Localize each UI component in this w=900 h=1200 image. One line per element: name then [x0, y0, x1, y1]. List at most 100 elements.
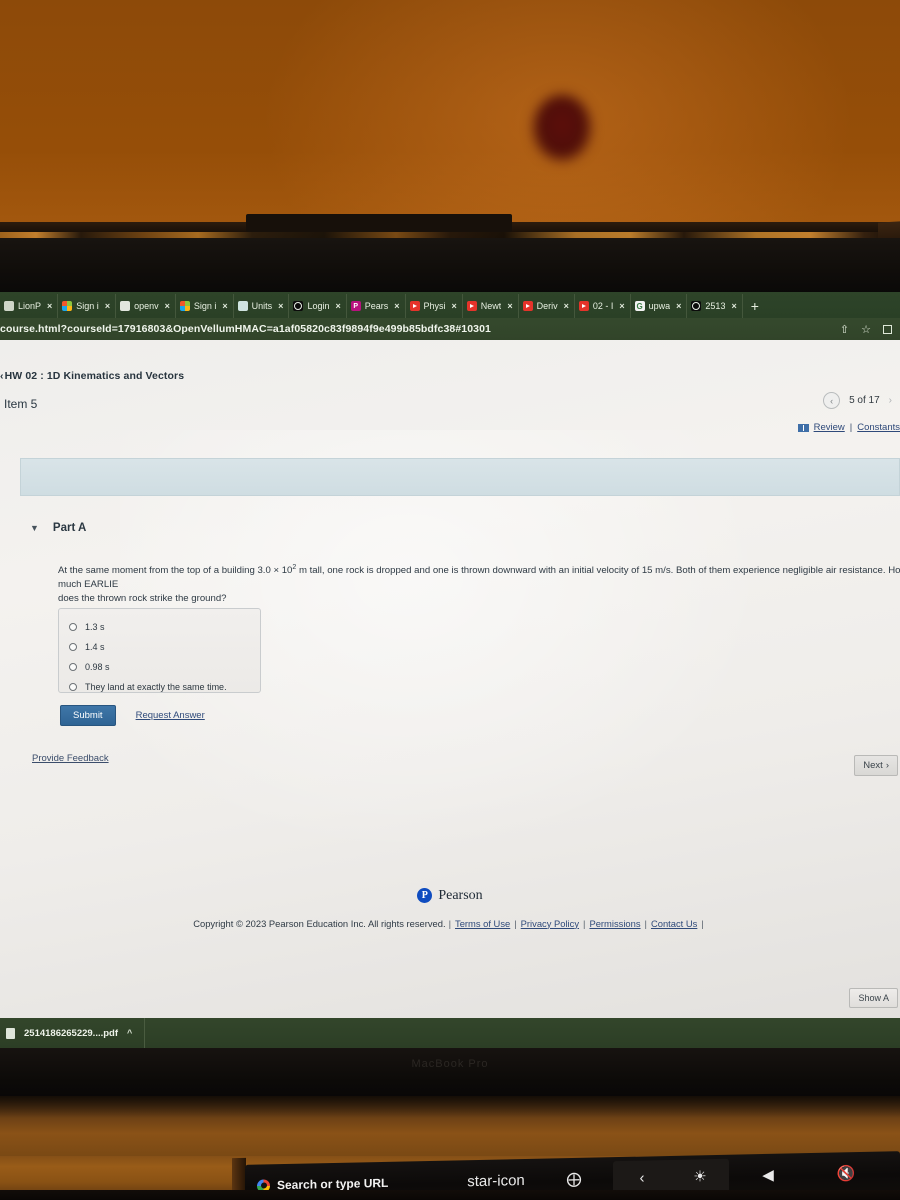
browser-tab[interactable]: LionP ×	[0, 294, 59, 318]
star-icon[interactable]: star-icon	[457, 1171, 535, 1190]
review-link[interactable]: Review	[814, 422, 845, 433]
tab-close-icon[interactable]: ×	[731, 301, 736, 311]
part-a-header[interactable]: ▼ Part A	[30, 522, 86, 534]
prev-item-button[interactable]: ‹	[823, 392, 841, 409]
browser-tab[interactable]: Sign i ×	[176, 294, 234, 318]
youtube-icon	[578, 301, 589, 311]
tab-close-icon[interactable]: ×	[394, 301, 399, 311]
tab-close-icon[interactable]: ×	[452, 301, 457, 311]
provide-feedback-link[interactable]: Provide Feedback	[32, 753, 109, 764]
new-tab-button[interactable]: +	[743, 294, 767, 318]
permissions-link[interactable]: Permissions	[589, 918, 640, 929]
radio-button[interactable]	[69, 663, 77, 671]
breadcrumb[interactable]: ‹HW 02 : 1D Kinematics and Vectors	[0, 370, 184, 382]
tab-close-icon[interactable]: ×	[278, 301, 283, 311]
download-shelf: 2514186265229....pdf ^	[0, 1018, 900, 1048]
footer-separator: |	[514, 917, 517, 929]
browser-tab[interactable]: Deriv ×	[519, 294, 575, 318]
submit-button[interactable]: Submit	[60, 705, 116, 726]
chevron-up-icon[interactable]: ^	[127, 1028, 132, 1038]
plus-circle-icon[interactable]: ⨁	[535, 1169, 613, 1189]
browser-tab[interactable]: 2513 ×	[687, 294, 743, 318]
tab-label: Login	[307, 301, 330, 311]
contact-us-link[interactable]: Contact Us	[651, 918, 697, 929]
privacy-policy-link[interactable]: Privacy Policy	[521, 918, 579, 929]
tab-label: Deriv	[536, 301, 558, 311]
book-icon	[120, 301, 131, 311]
terms-of-use-link[interactable]: Terms of Use	[455, 918, 510, 929]
browser-tab[interactable]: Newt ×	[463, 294, 519, 318]
address-bar-url[interactable]: course.html?courseId=17916803&OpenVellum…	[0, 323, 491, 335]
answer-status-banner	[20, 458, 900, 496]
tab-close-icon[interactable]: ×	[507, 301, 512, 311]
browser-address-bar[interactable]: course.html?courseId=17916803&OpenVellum…	[0, 318, 900, 340]
volume-icon[interactable]: ◀	[729, 1165, 807, 1185]
tab-label: Newt	[480, 301, 502, 311]
google-icon: G	[634, 301, 645, 311]
answer-choice[interactable]: 1.4 s	[69, 637, 260, 657]
brightness-icon[interactable]: ☀	[671, 1167, 729, 1186]
breadcrumb-label[interactable]: HW 02 : 1D Kinematics and Vectors	[5, 370, 185, 382]
laptop-screen-bezel-top	[0, 238, 900, 293]
tab-label: Sign i	[193, 301, 217, 311]
tab-label: 2513	[705, 301, 726, 311]
youtube-icon	[409, 301, 420, 311]
tab-close-icon[interactable]: ×	[676, 301, 681, 311]
answer-choice[interactable]: 0.98 s	[69, 657, 260, 677]
tab-close-icon[interactable]: ×	[335, 301, 340, 311]
answer-choices-group: 1.3 s 1.4 s 0.98 s They land at exactly …	[58, 608, 261, 693]
tab-close-icon[interactable]: ×	[47, 301, 52, 311]
constants-link[interactable]: Constants	[857, 422, 900, 433]
review-separator: |	[849, 422, 853, 433]
pearson-mastering-page: ‹HW 02 : 1D Kinematics and Vectors Item …	[0, 340, 900, 1018]
footer-separator: |	[701, 917, 704, 929]
browser-tab[interactable]: G upwa ×	[631, 294, 688, 318]
question-text-line2: does the thrown rock strike the ground?	[58, 593, 227, 604]
mute-icon[interactable]: 🔇	[807, 1163, 885, 1183]
macbook-pro-label: MacBook Pro	[411, 1058, 489, 1070]
laptop-screen: LionP × Sign i × openv × Sign i × Units …	[0, 292, 900, 1018]
download-item[interactable]: 2514186265229....pdf ^	[0, 1018, 146, 1048]
browser-tab[interactable]: Login ×	[289, 294, 347, 318]
browser-tab[interactable]: 02 - I ×	[575, 294, 631, 318]
siri-icon[interactable]	[885, 1161, 900, 1183]
pearson-logo-text: Pearson	[438, 887, 483, 903]
pager-status: 5 of 17	[849, 395, 880, 406]
copyright-text: Copyright © 2023 Pearson Education Inc. …	[193, 917, 446, 929]
answer-choice[interactable]: They land at exactly the same time.	[69, 677, 260, 697]
review-constants-row: Review | Constants	[797, 422, 900, 433]
radio-button[interactable]	[69, 683, 77, 691]
answer-choice-label: They land at exactly the same time.	[85, 682, 227, 692]
browser-tab[interactable]: Physi ×	[406, 294, 463, 318]
browser-tab[interactable]: openv ×	[116, 294, 176, 318]
tab-close-icon[interactable]: ×	[619, 301, 624, 311]
share-icon[interactable]: ⇧	[840, 323, 849, 336]
address-bar-actions: ⇧ ☆	[840, 323, 900, 336]
tab-label: 02 - I	[592, 301, 614, 311]
next-item-button[interactable]: ›	[889, 395, 892, 406]
tab-label: Pears	[364, 301, 389, 311]
answer-choice[interactable]: 1.3 s	[69, 617, 260, 637]
next-button[interactable]: Next ›	[854, 755, 898, 776]
browser-tab[interactable]: Units ×	[234, 294, 290, 318]
show-all-button[interactable]: Show A	[849, 988, 898, 1008]
answer-choice-label: 1.3 s	[85, 622, 105, 632]
radio-button[interactable]	[69, 643, 77, 651]
breadcrumb-back-icon[interactable]: ‹	[0, 370, 4, 382]
browser-tab[interactable]: Sign i ×	[58, 294, 117, 318]
profile-icon[interactable]	[883, 324, 892, 334]
tab-close-icon[interactable]: ×	[165, 301, 170, 311]
tab-close-icon[interactable]: ×	[222, 301, 227, 311]
youtube-icon	[466, 301, 477, 311]
browser-tab[interactable]: P Pears ×	[347, 294, 406, 318]
tab-close-icon[interactable]: ×	[105, 301, 110, 311]
request-answer-link[interactable]: Request Answer	[136, 710, 205, 721]
radio-button[interactable]	[69, 623, 77, 631]
chevron-down-icon[interactable]: ▼	[30, 523, 39, 533]
question-text-pre: At the same moment from the top of a bui…	[58, 565, 293, 577]
back-icon[interactable]: ‹	[613, 1168, 671, 1186]
footer-separator: |	[583, 917, 586, 929]
star-icon[interactable]: ☆	[861, 323, 871, 336]
tab-close-icon[interactable]: ×	[564, 301, 569, 311]
microsoft-icon	[179, 301, 190, 311]
